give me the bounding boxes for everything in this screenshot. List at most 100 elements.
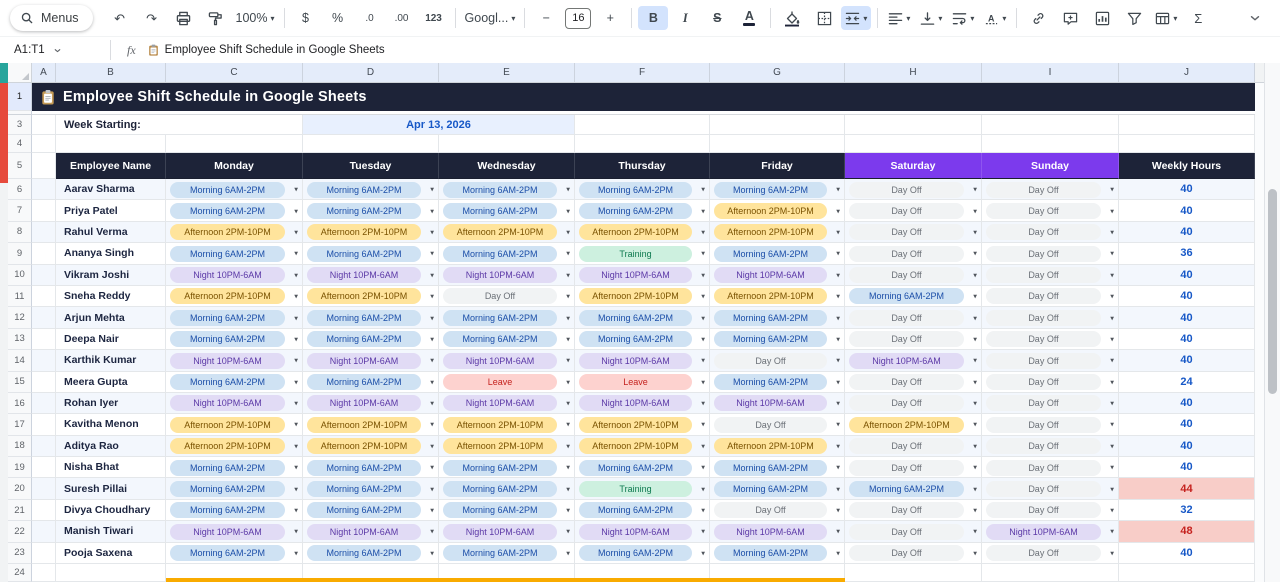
- sheet-cell[interactable]: [32, 393, 56, 414]
- dropdown-arrow-icon[interactable]: ▾: [973, 292, 977, 301]
- undo-button[interactable]: ↶: [105, 6, 135, 30]
- dropdown-arrow-icon[interactable]: ▾: [566, 249, 570, 258]
- dropdown-arrow-icon[interactable]: ▾: [836, 356, 840, 365]
- shift-chip-night[interactable]: Night 10PM-6AM: [307, 267, 421, 283]
- shift-dropdown-cell[interactable]: Afternoon 2PM-10PM▾: [710, 436, 845, 457]
- shift-dropdown-cell[interactable]: Day Off▾: [845, 543, 982, 564]
- shift-chip-dayoff[interactable]: Day Off: [849, 310, 964, 326]
- weekly-hours-cell[interactable]: 44: [1119, 478, 1255, 499]
- shift-dropdown-cell[interactable]: Day Off▾: [982, 200, 1119, 221]
- increase-font-size-button[interactable]: +: [595, 6, 625, 30]
- shift-dropdown-cell[interactable]: Morning 6AM-2PM▾: [439, 200, 575, 221]
- row-header-24[interactable]: 24: [8, 564, 32, 582]
- shift-dropdown-cell[interactable]: Morning 6AM-2PM▾: [303, 179, 439, 200]
- sheet-cell[interactable]: [710, 115, 845, 135]
- shift-chip-dayoff[interactable]: Day Off: [849, 203, 964, 219]
- font-family-selector[interactable]: Googl...▾: [462, 6, 519, 30]
- dropdown-arrow-icon[interactable]: ▾: [1110, 527, 1114, 536]
- dropdown-arrow-icon[interactable]: ▾: [566, 185, 570, 194]
- sheet-cell[interactable]: [575, 135, 710, 153]
- dropdown-arrow-icon[interactable]: ▾: [836, 206, 840, 215]
- employee-name-cell[interactable]: Sneha Reddy: [56, 286, 166, 307]
- dropdown-arrow-icon[interactable]: ▾: [701, 441, 705, 450]
- dropdown-arrow-icon[interactable]: ▾: [1110, 441, 1114, 450]
- dropdown-arrow-icon[interactable]: ▾: [836, 548, 840, 557]
- employee-name-cell[interactable]: Nisha Bhat: [56, 457, 166, 478]
- sheet-cell[interactable]: [166, 135, 303, 153]
- dropdown-arrow-icon[interactable]: ▾: [1110, 334, 1114, 343]
- dropdown-arrow-icon[interactable]: ▾: [836, 185, 840, 194]
- weekly-hours-cell[interactable]: 40: [1119, 457, 1255, 478]
- dropdown-arrow-icon[interactable]: ▾: [430, 441, 434, 450]
- shift-chip-dayoff[interactable]: Day Off: [986, 438, 1101, 454]
- shift-dropdown-cell[interactable]: Night 10PM-6AM▾: [303, 521, 439, 542]
- shift-dropdown-cell[interactable]: Afternoon 2PM-10PM▾: [303, 286, 439, 307]
- dropdown-arrow-icon[interactable]: ▾: [294, 420, 298, 429]
- employee-name-cell[interactable]: Deepa Nair: [56, 329, 166, 350]
- shift-dropdown-cell[interactable]: Day Off▾: [845, 329, 982, 350]
- shift-dropdown-cell[interactable]: Day Off▾: [845, 200, 982, 221]
- dropdown-arrow-icon[interactable]: ▾: [836, 527, 840, 536]
- sheet-cell[interactable]: [32, 179, 56, 200]
- strikethrough-button[interactable]: S: [702, 6, 732, 30]
- shift-dropdown-cell[interactable]: Afternoon 2PM-10PM▾: [575, 414, 710, 435]
- row-header-22[interactable]: 22: [8, 521, 32, 542]
- shift-chip-dayoff[interactable]: Day Off: [849, 438, 964, 454]
- row-header-18[interactable]: 18: [8, 436, 32, 457]
- sheet-cell[interactable]: [32, 222, 56, 243]
- employee-name-cell[interactable]: Karthik Kumar: [56, 350, 166, 371]
- shift-dropdown-cell[interactable]: Night 10PM-6AM▾: [166, 521, 303, 542]
- decrease-decimal-button[interactable]: .0: [355, 6, 385, 30]
- dropdown-arrow-icon[interactable]: ▾: [973, 356, 977, 365]
- shift-dropdown-cell[interactable]: Afternoon 2PM-10PM▾: [845, 414, 982, 435]
- insert-chart-button[interactable]: [1087, 6, 1117, 30]
- shift-chip-dayoff[interactable]: Day Off: [986, 460, 1101, 476]
- dropdown-arrow-icon[interactable]: ▾: [566, 399, 570, 408]
- shift-dropdown-cell[interactable]: Afternoon 2PM-10PM▾: [710, 200, 845, 221]
- column-header-G[interactable]: G: [710, 63, 845, 83]
- shift-chip-morning[interactable]: Morning 6AM-2PM: [849, 481, 964, 497]
- shift-dropdown-cell[interactable]: Afternoon 2PM-10PM▾: [166, 286, 303, 307]
- shift-chip-morning[interactable]: Morning 6AM-2PM: [579, 331, 692, 347]
- shift-dropdown-cell[interactable]: Morning 6AM-2PM▾: [303, 372, 439, 393]
- dropdown-arrow-icon[interactable]: ▾: [973, 506, 977, 515]
- shift-dropdown-cell[interactable]: Morning 6AM-2PM▾: [303, 543, 439, 564]
- shift-chip-morning[interactable]: Morning 6AM-2PM: [714, 481, 827, 497]
- vertical-scrollbar[interactable]: [1264, 63, 1280, 582]
- dropdown-arrow-icon[interactable]: ▾: [1110, 292, 1114, 301]
- schedule-header-employee-name[interactable]: Employee Name: [56, 153, 166, 179]
- shift-dropdown-cell[interactable]: Morning 6AM-2PM▾: [575, 500, 710, 521]
- sheet-cell[interactable]: [845, 564, 982, 582]
- dropdown-arrow-icon[interactable]: ▾: [294, 185, 298, 194]
- shift-chip-night[interactable]: Night 10PM-6AM: [170, 267, 285, 283]
- dropdown-arrow-icon[interactable]: ▾: [1110, 420, 1114, 429]
- weekly-hours-cell[interactable]: 40: [1119, 265, 1255, 286]
- shift-chip-night[interactable]: Night 10PM-6AM: [579, 267, 692, 283]
- dropdown-arrow-icon[interactable]: ▾: [294, 270, 298, 279]
- shift-dropdown-cell[interactable]: Afternoon 2PM-10PM▾: [710, 222, 845, 243]
- shift-chip-morning[interactable]: Morning 6AM-2PM: [307, 374, 421, 390]
- shift-chip-dayoff[interactable]: Day Off: [849, 267, 964, 283]
- schedule-header-friday[interactable]: Friday: [710, 153, 845, 179]
- schedule-header-thursday[interactable]: Thursday: [575, 153, 710, 179]
- shift-dropdown-cell[interactable]: Morning 6AM-2PM▾: [575, 329, 710, 350]
- shift-chip-afternoon[interactable]: Afternoon 2PM-10PM: [170, 288, 285, 304]
- shift-chip-morning[interactable]: Morning 6AM-2PM: [170, 481, 285, 497]
- dropdown-arrow-icon[interactable]: ▾: [701, 292, 705, 301]
- shift-chip-night[interactable]: Night 10PM-6AM: [443, 353, 557, 369]
- shift-chip-morning[interactable]: Morning 6AM-2PM: [443, 502, 557, 518]
- shift-dropdown-cell[interactable]: Night 10PM-6AM▾: [303, 393, 439, 414]
- weekly-hours-cell[interactable]: 40: [1119, 436, 1255, 457]
- shift-chip-morning[interactable]: Morning 6AM-2PM: [443, 481, 557, 497]
- schedule-header-tuesday[interactable]: Tuesday: [303, 153, 439, 179]
- shift-dropdown-cell[interactable]: Morning 6AM-2PM▾: [439, 543, 575, 564]
- row-header-4[interactable]: 4: [8, 135, 32, 153]
- shift-dropdown-cell[interactable]: Afternoon 2PM-10PM▾: [439, 436, 575, 457]
- shift-dropdown-cell[interactable]: Day Off▾: [845, 179, 982, 200]
- shift-dropdown-cell[interactable]: Night 10PM-6AM▾: [710, 521, 845, 542]
- shift-chip-morning[interactable]: Morning 6AM-2PM: [714, 331, 827, 347]
- shift-chip-morning[interactable]: Morning 6AM-2PM: [443, 460, 557, 476]
- italic-button[interactable]: I: [670, 6, 700, 30]
- shift-dropdown-cell[interactable]: Morning 6AM-2PM▾: [303, 478, 439, 499]
- dropdown-arrow-icon[interactable]: ▾: [430, 334, 434, 343]
